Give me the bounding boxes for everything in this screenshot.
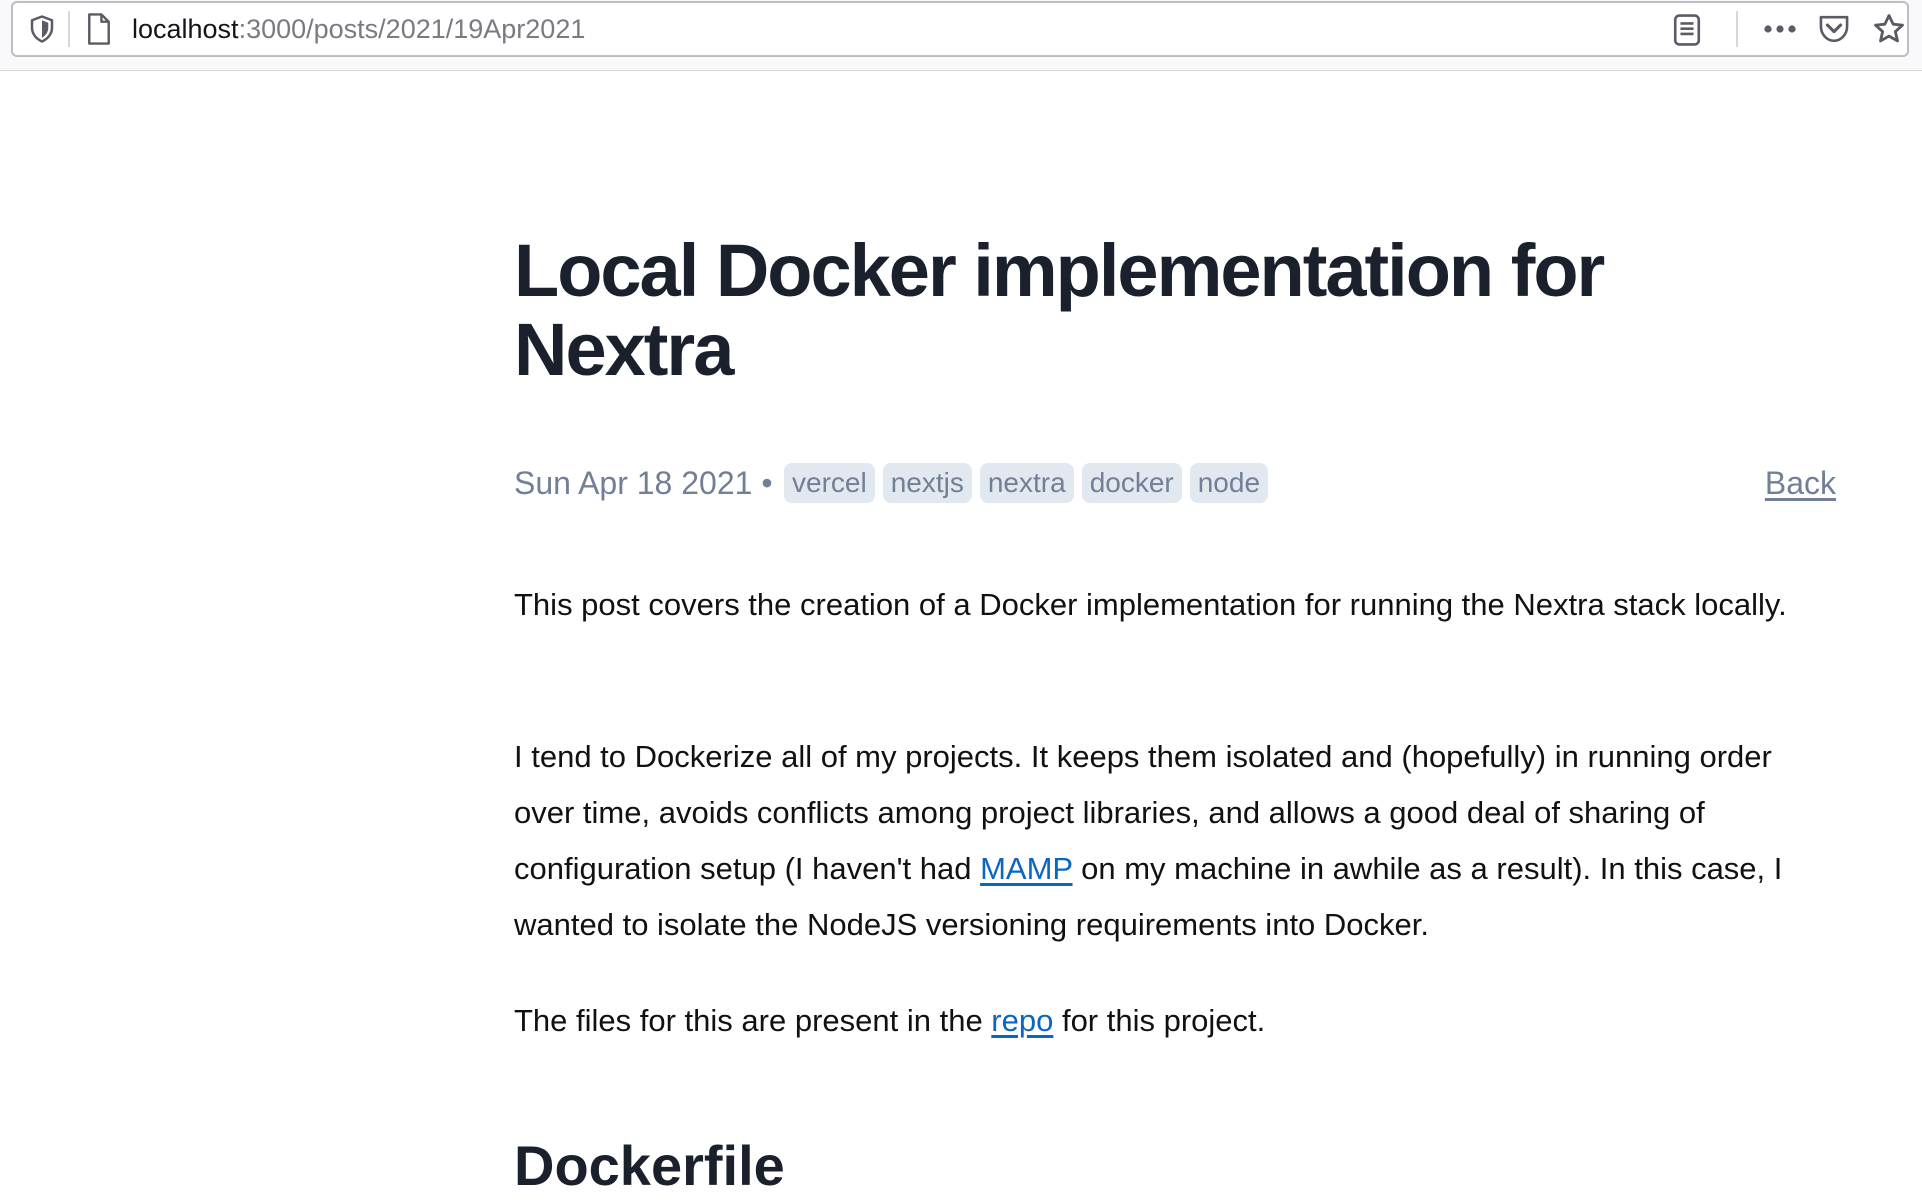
tag-nextra[interactable]: nextra [979, 463, 1074, 503]
repo-text-before: The files for this are present in the [514, 1003, 992, 1038]
pocket-icon[interactable] [1817, 13, 1851, 45]
toolbar-divider [1736, 11, 1738, 47]
bookmark-star-icon[interactable] [1872, 12, 1906, 46]
post-title: Local Docker implementation for Nextra [514, 229, 1605, 391]
back-link[interactable]: Back [1765, 463, 1836, 503]
intro-paragraph: This post covers the creation of a Docke… [514, 587, 1787, 622]
reader-view-icon[interactable] [1671, 13, 1703, 47]
post-date: Sun Apr 18 2021 • [514, 465, 773, 501]
url-host: localhost [132, 14, 239, 44]
mamp-link[interactable]: MAMP [980, 851, 1072, 886]
url-text[interactable]: localhost:3000/posts/2021/19Apr2021 [132, 3, 585, 55]
tag-vercel[interactable]: vercel [784, 463, 875, 503]
tag-list: vercel nextjs nextra docker node [784, 463, 1269, 503]
dockerize-paragraph: I tend to Dockerize all of my projects. … [514, 729, 1834, 953]
shield-icon[interactable] [27, 14, 57, 44]
tag-docker[interactable]: docker [1081, 463, 1182, 503]
browser-toolbar: localhost:3000/posts/2021/19Apr2021 [0, 0, 1922, 71]
page-icon[interactable] [84, 12, 114, 46]
urlbar-separator [68, 11, 70, 47]
repo-text-after: for this project. [1053, 1003, 1266, 1038]
repo-link[interactable]: repo [991, 1003, 1053, 1038]
tag-node[interactable]: node [1189, 463, 1269, 503]
url-path: :3000/posts/2021/19Apr2021 [238, 14, 586, 44]
post-meta: Sun Apr 18 2021 • vercel nextjs nextra d… [514, 463, 1836, 503]
repo-paragraph: The files for this are present in the re… [514, 993, 1834, 1049]
section-heading-dockerfile: Dockerfile [514, 1134, 785, 1197]
tag-nextjs[interactable]: nextjs [882, 463, 972, 503]
address-bar[interactable]: localhost:3000/posts/2021/19Apr2021 [11, 1, 1909, 57]
more-icon[interactable] [1761, 17, 1799, 41]
